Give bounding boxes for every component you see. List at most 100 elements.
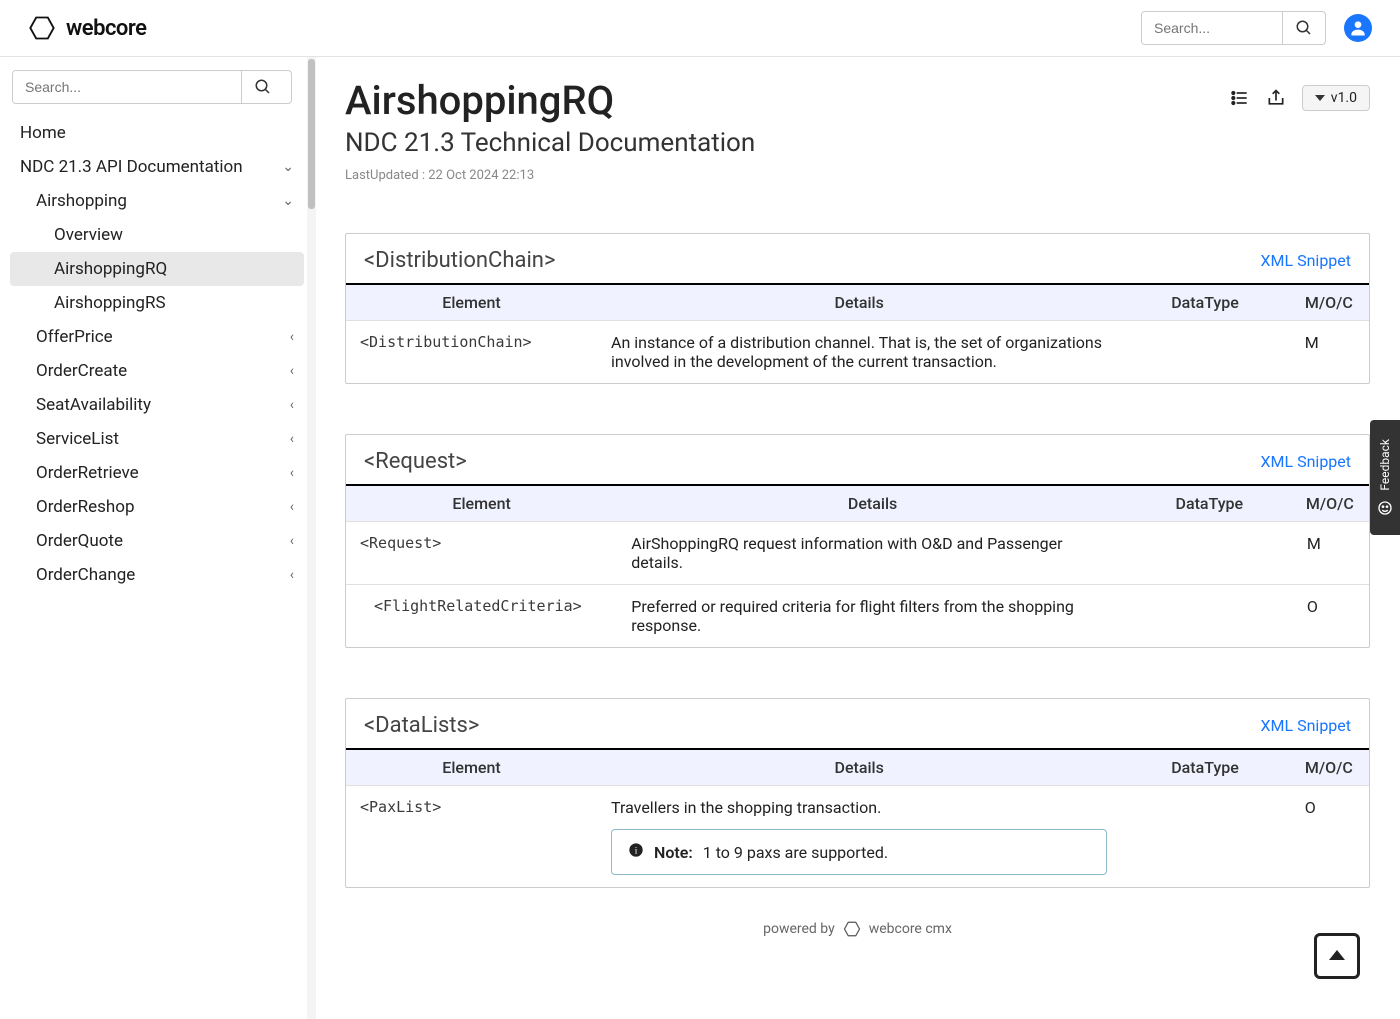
- chevron-left-icon: ‹: [290, 329, 294, 345]
- sidebar-item-label: OrderRetrieve: [36, 463, 139, 483]
- page-title: AirshoppingRQ: [345, 77, 755, 124]
- table-row: <FlightRelatedCriteria>Preferred or requ…: [346, 585, 1369, 648]
- global-search: [1141, 11, 1326, 45]
- sidebar-search-input[interactable]: [13, 71, 241, 103]
- sidebar-item-label: NDC 21.3 API Documentation: [20, 157, 243, 177]
- element-table: ElementDetailsDataTypeM/O/C<Request>AirS…: [346, 486, 1369, 647]
- search-icon: [254, 78, 272, 96]
- col-details: Details: [617, 486, 1128, 522]
- page-subtitle: NDC 21.3 Technical Documentation: [345, 128, 755, 158]
- chevron-left-icon: ‹: [290, 363, 294, 379]
- cell-datatype: [1121, 321, 1288, 384]
- sidebar-item[interactable]: NDC 21.3 API Documentation ⌄: [10, 150, 304, 184]
- footer: powered by webcore cmx: [345, 920, 1370, 958]
- hexagon-icon: [843, 920, 861, 938]
- note-text: 1 to 9 paxs are supported.: [703, 843, 888, 862]
- sidebar-item[interactable]: OrderQuote‹: [10, 524, 304, 558]
- nav-tree: Home NDC 21.3 API Documentation ⌄ Airshoppi…: [10, 116, 304, 592]
- chevron-up-icon: [1327, 946, 1347, 966]
- sidebar-item-label: OrderCreate: [36, 361, 127, 381]
- sidebar-item-label: OrderReshop: [36, 497, 135, 517]
- section-header: <Request> XML Snippet: [346, 435, 1369, 486]
- search-button[interactable]: [1282, 12, 1325, 44]
- cell-details: Travellers in the shopping transaction.i…: [597, 786, 1121, 888]
- sidebar-item[interactable]: OfferPrice‹: [10, 320, 304, 354]
- top-bar: webcore: [0, 0, 1400, 57]
- topbar-right: [1141, 11, 1372, 45]
- page-tools: v1.0: [1230, 85, 1370, 111]
- cell-element: <DistributionChain>: [346, 321, 597, 384]
- version-dropdown[interactable]: v1.0: [1302, 85, 1370, 111]
- xml-snippet-link[interactable]: XML Snippet: [1261, 716, 1352, 735]
- chevron-left-icon: ‹: [290, 397, 294, 413]
- sidebar: Home NDC 21.3 API Documentation ⌄ Airshoppi…: [0, 57, 315, 1019]
- cell-details: AirShoppingRQ request information with O…: [617, 522, 1128, 585]
- sidebar-item[interactable]: OrderRetrieve ‹: [10, 456, 304, 490]
- brand-logo[interactable]: webcore: [28, 14, 146, 42]
- last-updated: LastUpdated : 22 Oct 2024 22:13: [345, 168, 755, 183]
- scrollbar-thumb[interactable]: [308, 59, 315, 209]
- col-datatype: DataType: [1121, 750, 1288, 786]
- cell-moc: M: [1289, 321, 1369, 384]
- sidebar-item[interactable]: AirshoppingRS: [10, 286, 304, 320]
- sidebar-item[interactable]: OrderChange ‹: [10, 558, 304, 592]
- cell-details: An instance of a distribution channel. T…: [597, 321, 1121, 384]
- chevron-left-icon: ‹: [290, 465, 294, 481]
- cell-element: <PaxList>: [346, 786, 597, 888]
- col-details: Details: [597, 285, 1121, 321]
- cell-element: <FlightRelatedCriteria>: [346, 585, 617, 648]
- col-moc: M/O/C: [1291, 486, 1369, 522]
- doc-section: <DataLists> XML Snippet ElementDetailsData…: [345, 698, 1370, 888]
- user-avatar[interactable]: [1344, 14, 1372, 42]
- smiley-icon: [1377, 500, 1393, 516]
- search-input[interactable]: [1142, 12, 1282, 44]
- col-datatype: DataType: [1128, 486, 1291, 522]
- share-icon[interactable]: [1266, 88, 1286, 108]
- sidebar-item[interactable]: Overview: [10, 218, 304, 252]
- cell-moc: O: [1289, 786, 1369, 888]
- scroll-to-top-button[interactable]: [1314, 933, 1360, 979]
- col-element: Element: [346, 486, 617, 522]
- sidebar-item-label: SeatAvailability: [36, 395, 151, 415]
- sidebar-item[interactable]: AirshoppingRQ: [10, 252, 304, 286]
- sidebar-item[interactable]: OrderCreate ‹: [10, 354, 304, 388]
- chevron-left-icon: ‹: [290, 567, 294, 583]
- sidebar-item-label: OrderChange: [36, 565, 135, 585]
- sidebar-search-button[interactable]: [241, 71, 284, 103]
- cell-element: <Request>: [346, 522, 617, 585]
- section-title: <DistributionChain>: [364, 248, 555, 273]
- section-title: <DataLists>: [364, 713, 479, 738]
- page-header: AirshoppingRQ NDC 21.3 Technical Documen…: [345, 77, 1370, 183]
- content: AirshoppingRQ NDC 21.3 Technical Documen…: [315, 57, 1400, 1019]
- hexagon-icon: [28, 14, 56, 42]
- sidebar-item[interactable]: OrderReshop ‹: [10, 490, 304, 524]
- chevron-down-icon: ⌄: [282, 159, 294, 175]
- chevron-left-icon: ‹: [290, 499, 294, 515]
- sidebar-item[interactable]: Airshopping⌄: [10, 184, 304, 218]
- list-icon[interactable]: [1230, 88, 1250, 108]
- sidebar-item-label: AirshoppingRQ: [54, 259, 167, 279]
- doc-section: <DistributionChain>XML SnippetElementDet…: [345, 233, 1370, 384]
- sidebar-item[interactable]: Home: [10, 116, 304, 150]
- cell-details: Preferred or required criteria for fligh…: [617, 585, 1128, 648]
- sidebar-item[interactable]: ServiceList‹: [10, 422, 304, 456]
- xml-snippet-link[interactable]: XML Snippet: [1261, 251, 1352, 270]
- main-area: Home NDC 21.3 API Documentation ⌄ Airshoppi…: [0, 57, 1400, 1019]
- note-box: i Note: 1 to 9 paxs are supported.: [611, 829, 1107, 875]
- sidebar-item-label: Home: [20, 123, 66, 143]
- table-row: <DistributionChain>An instance of a dist…: [346, 321, 1369, 384]
- sidebar-item-label: Overview: [54, 225, 123, 245]
- table-row: <Request>AirShoppingRQ request informati…: [346, 522, 1369, 585]
- cell-datatype: [1128, 585, 1291, 648]
- element-table: ElementDetailsDataTypeM/O/C<PaxList>Trav…: [346, 750, 1369, 887]
- section-title: <Request>: [364, 449, 467, 474]
- info-icon: i: [628, 842, 644, 862]
- feedback-tab[interactable]: Feedback: [1370, 420, 1400, 535]
- note-label: Note:: [654, 843, 693, 862]
- cell-moc: O: [1291, 585, 1369, 648]
- version-label: v1.0: [1331, 90, 1357, 106]
- sidebar-item[interactable]: SeatAvailability ‹: [10, 388, 304, 422]
- xml-snippet-link[interactable]: XML Snippet: [1261, 452, 1352, 471]
- col-element: Element: [346, 750, 597, 786]
- powered-by-label: powered by: [763, 921, 835, 937]
